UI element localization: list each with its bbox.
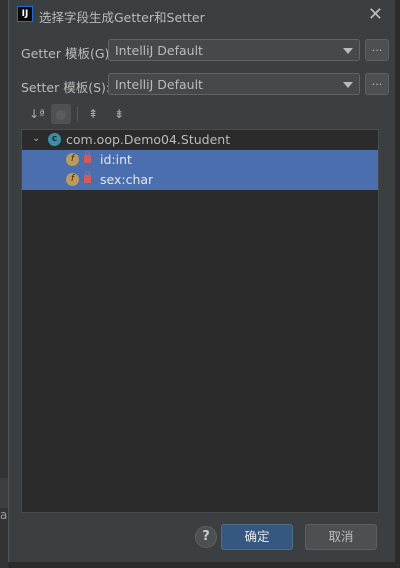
- background-text: a: [0, 508, 8, 522]
- dialog-footer: ? 确定 取消: [9, 522, 395, 552]
- field-icon: f: [66, 173, 79, 186]
- ok-button[interactable]: 确定: [221, 524, 293, 550]
- field-icon: f: [66, 153, 79, 166]
- private-lock-icon: [84, 171, 91, 183]
- getter-template-row: Getter 模板(G): IntelliJ Default ...: [21, 39, 389, 63]
- setter-template-row: Setter 模板(S): IntelliJ Default ...: [21, 73, 389, 97]
- fields-tree[interactable]: ⌄ c com.oop.Demo04.Student f id:int f se…: [21, 129, 379, 513]
- collapse-all-icon[interactable]: ⇟: [109, 104, 129, 124]
- setter-template-more-button[interactable]: ...: [365, 73, 389, 95]
- expand-all-icon[interactable]: ⇞: [83, 104, 103, 124]
- toolbar-separator: [77, 107, 78, 121]
- getter-template-more-button[interactable]: ...: [365, 39, 389, 61]
- cancel-button[interactable]: 取消: [305, 524, 377, 550]
- sort-alphabetically-icon[interactable]: ↓ª: [27, 104, 47, 124]
- getter-template-label: Getter 模板(G):: [21, 46, 114, 61]
- setter-template-select[interactable]: IntelliJ Default: [108, 73, 360, 95]
- background-editor-bar: [0, 478, 8, 508]
- dialog-titlebar: IJ 选择字段生成Getter和Setter ✕: [9, 0, 395, 30]
- intellij-app-icon: IJ: [17, 6, 33, 22]
- setter-template-label: Setter 模板(S):: [21, 80, 111, 95]
- generate-getter-setter-dialog: IJ 选择字段生成Getter和Setter ✕ Getter 模板(G): I…: [8, 0, 396, 562]
- close-icon[interactable]: ✕: [368, 4, 383, 25]
- tree-field-row[interactable]: f sex:char: [22, 170, 378, 190]
- class-icon: c: [48, 133, 61, 146]
- chevron-down-icon[interactable]: ⌄: [32, 133, 40, 144]
- show-classes-toggle[interactable]: [51, 104, 71, 124]
- chevron-down-icon: [343, 48, 353, 54]
- dialog-title: 选择字段生成Getter和Setter: [39, 10, 205, 25]
- field-label: sex:char: [100, 172, 154, 187]
- class-name: com.oop.Demo04.Student: [66, 132, 231, 147]
- help-button[interactable]: ?: [195, 526, 217, 548]
- getter-template-select[interactable]: IntelliJ Default: [108, 39, 360, 61]
- tree-field-row[interactable]: f id:int: [22, 150, 378, 170]
- tree-toolbar: ↓ª ⇞ ⇟: [27, 104, 227, 126]
- circle-icon: [56, 109, 66, 120]
- private-lock-icon: [84, 151, 91, 163]
- setter-template-value: IntelliJ Default: [115, 77, 203, 92]
- tree-class-node[interactable]: ⌄ c com.oop.Demo04.Student: [22, 130, 378, 150]
- getter-template-value: IntelliJ Default: [115, 43, 203, 58]
- chevron-down-icon: [343, 82, 353, 88]
- field-label: id:int: [100, 152, 132, 167]
